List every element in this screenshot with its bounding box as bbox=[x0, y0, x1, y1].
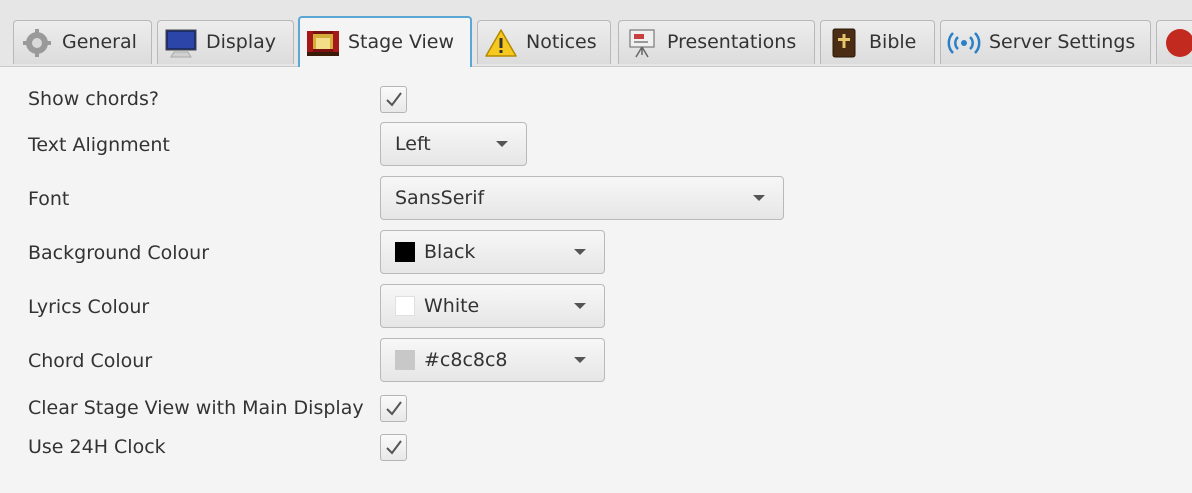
projector-icon bbox=[625, 28, 659, 58]
gear-icon bbox=[20, 28, 54, 58]
bible-icon bbox=[827, 28, 861, 58]
background-colour-value: Black bbox=[424, 241, 476, 263]
tab-presentations[interactable]: Presentations bbox=[618, 20, 815, 64]
stage-icon bbox=[306, 28, 340, 58]
colour-swatch bbox=[395, 242, 415, 262]
font-value: SansSerif bbox=[395, 187, 485, 209]
chevron-down-icon bbox=[574, 357, 586, 363]
tab-general[interactable]: General bbox=[13, 20, 152, 64]
font-select[interactable]: SansSerif bbox=[380, 176, 784, 220]
tab-label: Notices bbox=[526, 31, 597, 53]
tab-label: Presentations bbox=[667, 31, 797, 53]
tab-stage-view[interactable]: Stage View bbox=[298, 16, 472, 67]
tab-overflow[interactable] bbox=[1156, 20, 1192, 64]
font-label: Font bbox=[28, 188, 70, 210]
tab-label: Stage View bbox=[348, 31, 455, 53]
text-alignment-value: Left bbox=[395, 133, 431, 155]
checkmark-icon bbox=[386, 401, 402, 416]
show-chords-label: Show chords? bbox=[28, 88, 159, 110]
colour-swatch bbox=[395, 296, 415, 316]
monitor-icon bbox=[164, 28, 198, 58]
tab-bible[interactable]: Bible bbox=[820, 20, 935, 64]
chevron-down-icon bbox=[753, 195, 765, 201]
text-alignment-label: Text Alignment bbox=[28, 134, 170, 156]
tab-display[interactable]: Display bbox=[157, 20, 294, 64]
tab-label: General bbox=[62, 31, 137, 53]
lyrics-colour-label: Lyrics Colour bbox=[28, 296, 150, 318]
tab-label: Bible bbox=[869, 31, 917, 53]
checkmark-icon bbox=[386, 440, 402, 455]
use-24h-clock-label: Use 24H Clock bbox=[28, 436, 166, 458]
tab-bar: General Display Stage View Notices Prese… bbox=[0, 0, 1192, 67]
tab-notices[interactable]: Notices bbox=[477, 20, 611, 64]
record-icon bbox=[1163, 28, 1192, 58]
tab-label: Server Settings bbox=[989, 31, 1136, 53]
chevron-down-icon bbox=[574, 249, 586, 255]
wireless-icon bbox=[947, 28, 981, 58]
chevron-down-icon bbox=[496, 141, 508, 147]
lyrics-colour-select[interactable]: White bbox=[380, 284, 605, 328]
lyrics-colour-value: White bbox=[424, 295, 480, 317]
tab-label: Display bbox=[206, 31, 277, 53]
clear-stage-view-checkbox[interactable] bbox=[380, 395, 407, 422]
checkmark-icon bbox=[386, 92, 402, 107]
chord-colour-value: #c8c8c8 bbox=[424, 349, 508, 371]
warning-icon bbox=[484, 28, 518, 58]
chord-colour-select[interactable]: #c8c8c8 bbox=[380, 338, 605, 382]
use-24h-clock-checkbox[interactable] bbox=[380, 434, 407, 461]
background-colour-select[interactable]: Black bbox=[380, 230, 605, 274]
colour-swatch bbox=[395, 350, 415, 370]
tab-server-settings[interactable]: Server Settings bbox=[940, 20, 1151, 64]
chevron-down-icon bbox=[574, 303, 586, 309]
text-alignment-select[interactable]: Left bbox=[380, 122, 527, 166]
chord-colour-label: Chord Colour bbox=[28, 350, 153, 372]
show-chords-checkbox[interactable] bbox=[380, 86, 407, 113]
background-colour-label: Background Colour bbox=[28, 242, 210, 264]
clear-stage-view-label: Clear Stage View with Main Display bbox=[28, 397, 364, 419]
